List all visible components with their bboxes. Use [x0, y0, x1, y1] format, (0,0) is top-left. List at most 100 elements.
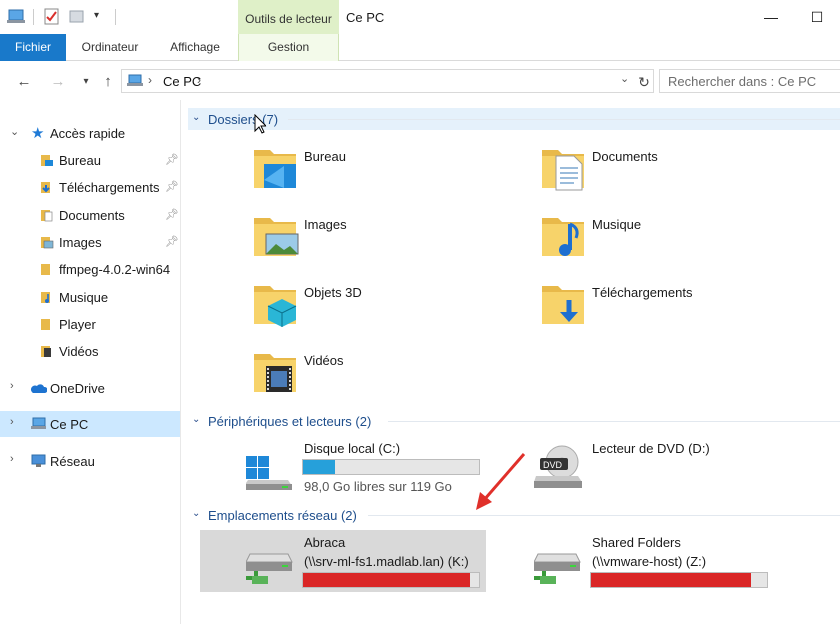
pin-icon: 📌︎	[165, 209, 179, 221]
breadcrumb-ce-pc[interactable]: Ce PC	[163, 74, 201, 89]
folder-tile-telechargements[interactable]: Téléchargements	[540, 280, 780, 332]
folder-label: Images	[304, 217, 347, 232]
divider	[115, 9, 116, 25]
desktop-folder-icon	[254, 150, 296, 188]
sidebar-item-ffmpeg[interactable]: ffmpeg-4.0.2-win64	[0, 256, 180, 282]
sidebar-item-label: OneDrive	[50, 381, 105, 396]
network-drive-tile-shared-folders[interactable]: Shared Folders (\\vmware-host) (Z:)	[488, 530, 778, 592]
folder-tile-bureau[interactable]: Bureau	[252, 144, 492, 196]
minimize-button[interactable]: —	[748, 0, 794, 34]
network-drive-icon	[534, 553, 581, 584]
properties-icon[interactable]	[44, 8, 60, 26]
search-placeholder: Rechercher dans : Ce PC	[668, 74, 817, 89]
pin-icon: 📌︎	[165, 154, 179, 166]
group-header-devices[interactable]: ⌄ Périphériques et lecteurs (2)	[188, 410, 840, 432]
window-title: Ce PC	[346, 10, 385, 25]
customize-toolbar-chevron-icon[interactable]: ▾	[94, 10, 99, 21]
sidebar-item-telechargements[interactable]: Téléchargements 📌︎	[0, 174, 180, 200]
forward-arrow-icon[interactable]: →	[48, 72, 68, 92]
sidebar-item-onedrive[interactable]: › OneDrive	[0, 375, 180, 401]
navigation-pane: ⌄ ★ Accès rapide Bureau 📌︎ Téléchargemen…	[0, 100, 181, 624]
folder-label: Bureau	[304, 149, 346, 164]
sidebar-item-videos[interactable]: Vidéos	[0, 338, 180, 364]
folder-tile-musique[interactable]: Musique	[540, 212, 780, 264]
group-collapse-chevron-icon[interactable]: ⌄	[192, 414, 200, 425]
folder-label: Téléchargements	[592, 285, 693, 300]
annotation-arrow-icon	[476, 453, 526, 510]
drive-label: Lecteur de DVD (D:)	[592, 441, 710, 456]
sidebar-item-label: Vidéos	[59, 344, 99, 359]
sidebar-item-label: ffmpeg-4.0.2-win64	[59, 262, 171, 277]
maximize-button[interactable]: ☐	[794, 0, 840, 34]
folder-tile-documents[interactable]: Documents	[540, 144, 780, 196]
folder-tile-images[interactable]: Images	[252, 212, 492, 264]
drive-tile-c[interactable]: Disque local (C:) 98,0 Go libres sur 119…	[200, 436, 490, 496]
tab-affichage[interactable]: Affichage	[156, 34, 234, 61]
sidebar-item-player[interactable]: Player	[0, 311, 180, 337]
content-pane: ⌄ Dossiers (7) Bureau Documents Images M…	[182, 100, 840, 624]
back-arrow-icon[interactable]: ←	[14, 72, 34, 92]
breadcrumb-chevron-icon[interactable]: ›	[197, 73, 201, 87]
this-pc-icon[interactable]	[7, 8, 25, 26]
drive-usage-fill	[303, 573, 471, 587]
drive-path: (\\vmware-host) (Z:)	[592, 554, 707, 569]
collapsed-chevron-icon[interactable]: ›	[10, 380, 14, 392]
sidebar-item-documents[interactable]: Documents 📌︎	[0, 202, 180, 228]
expanded-chevron-icon[interactable]: ⌄	[10, 125, 19, 138]
onedrive-icon	[31, 384, 47, 393]
folder-label: Vidéos	[304, 353, 344, 368]
drive-label: Disque local (C:)	[304, 441, 401, 456]
network-drive-tile-abraca[interactable]: Abraca (\\srv-ml-fs1.madlab.lan) (K:)	[200, 530, 486, 592]
group-title: Emplacements réseau (2)	[208, 508, 357, 523]
ribbon-tabs: Fichier Ordinateur Affichage Gestion	[0, 34, 840, 61]
downloads-folder-icon	[542, 286, 584, 324]
up-arrow-icon[interactable]: ↑	[98, 72, 118, 92]
folder-label: Objets 3D	[304, 285, 362, 300]
sidebar-item-musique[interactable]: Musique	[0, 284, 180, 310]
collapsed-chevron-icon[interactable]: ›	[10, 416, 14, 428]
group-collapse-chevron-icon[interactable]: ⌄	[192, 112, 200, 123]
sidebar-item-quick-access[interactable]: ⌄ ★ Accès rapide	[0, 120, 180, 146]
collapsed-chevron-icon[interactable]: ›	[10, 453, 14, 465]
sidebar-item-label: Ce PC	[50, 417, 89, 432]
sidebar-item-bureau[interactable]: Bureau 📌︎	[0, 147, 180, 173]
folder-tile-videos[interactable]: Vidéos	[252, 348, 492, 400]
title-bar: ▾ Outils de lecteur Ce PC — ☐	[0, 0, 840, 34]
address-dropdown-icon[interactable]: ⌄	[620, 72, 629, 85]
downloads-folder-icon	[41, 182, 50, 193]
folder-label: Musique	[592, 217, 642, 232]
videos-folder-icon	[41, 346, 51, 357]
tab-ordinateur[interactable]: Ordinateur	[70, 34, 150, 61]
sidebar-item-label: Images	[59, 235, 102, 250]
tab-gestion[interactable]: Gestion	[238, 34, 339, 61]
sidebar-item-images[interactable]: Images 📌︎	[0, 229, 180, 255]
group-header-folders[interactable]: ⌄ Dossiers (7)	[188, 108, 840, 130]
new-folder-icon[interactable]	[69, 8, 85, 26]
sidebar-item-label: Accès rapide	[50, 126, 126, 141]
refresh-icon[interactable]: ↻	[633, 71, 655, 93]
drive-tools-label: Outils de lecteur	[245, 12, 332, 26]
folder-icon	[41, 264, 50, 275]
group-collapse-chevron-icon[interactable]: ⌄	[192, 508, 200, 519]
recent-locations-chevron-icon[interactable]: ▾	[76, 72, 96, 92]
mouse-cursor-icon	[254, 114, 266, 134]
sidebar-item-reseau[interactable]: › Réseau	[0, 448, 180, 474]
search-input[interactable]: Rechercher dans : Ce PC	[659, 69, 840, 93]
folder-tile-objets-3d[interactable]: Objets 3D	[252, 280, 492, 332]
breadcrumb-chevron-icon[interactable]: ›	[148, 73, 152, 87]
sidebar-item-ce-pc[interactable]: › Ce PC	[0, 411, 180, 437]
group-divider	[388, 421, 840, 422]
folder-label: Documents	[592, 149, 658, 164]
music-folder-icon	[542, 218, 584, 256]
pin-icon: 📌︎	[165, 181, 179, 193]
divider	[33, 9, 34, 25]
tab-fichier[interactable]: Fichier	[0, 34, 66, 61]
address-row: ← → ▾ ↑ › Ce PC › ⌄ ↻ Rechercher dans : …	[0, 62, 840, 100]
sidebar-item-label: Musique	[59, 290, 109, 305]
group-divider	[288, 119, 840, 120]
group-title: Dossiers (7)	[208, 112, 279, 127]
sidebar-item-label: Documents	[59, 208, 125, 223]
documents-folder-icon	[542, 150, 584, 191]
drive-path: (\\srv-ml-fs1.madlab.lan) (K:)	[304, 554, 469, 569]
address-bar[interactable]: › Ce PC › ⌄	[121, 69, 654, 93]
